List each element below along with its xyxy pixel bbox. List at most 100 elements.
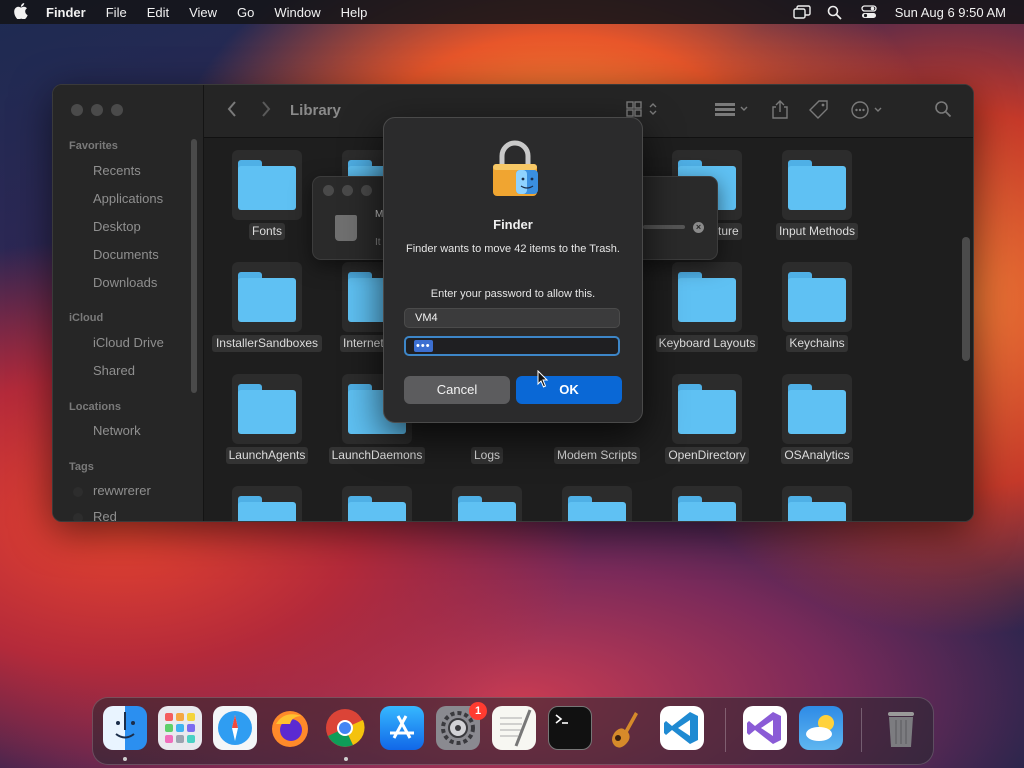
group-by-icon[interactable] [714, 100, 752, 123]
search-icon[interactable] [934, 100, 952, 123]
folder-item[interactable]: Keyboard Layouts [652, 262, 762, 352]
dock-textedit-icon[interactable] [492, 706, 536, 750]
window-title: Library [290, 102, 341, 119]
progress-bar [643, 225, 685, 229]
dock-garageband-icon[interactable] [603, 706, 647, 750]
dock-firefox-icon[interactable] [268, 706, 312, 750]
folder-item[interactable]: OSAnalytics [762, 374, 872, 464]
folder-icon [782, 150, 852, 220]
folder-icon [672, 262, 742, 332]
folder-item[interactable]: InstallerSandboxes [212, 262, 322, 352]
folder-item[interactable]: OpenDirectory [652, 374, 762, 464]
finder-sidebar: Favorites Recents Applications Desktop D… [53, 85, 204, 521]
sidebar-scrollbar[interactable] [191, 139, 197, 393]
folder-item[interactable] [652, 486, 762, 521]
folder-icon [782, 374, 852, 444]
minimize-button[interactable] [91, 104, 103, 116]
back-chevron-icon[interactable] [226, 100, 238, 123]
sidebar-item-tag-red[interactable]: Red [93, 509, 117, 521]
menu-go[interactable]: Go [237, 5, 254, 20]
dock-trash-icon[interactable] [879, 706, 923, 750]
menu-file[interactable]: File [106, 5, 127, 20]
sidebar-item-downloads[interactable]: Downloads [93, 275, 157, 290]
folder-label: OpenDirectory [665, 447, 749, 464]
dock: 1 [92, 697, 934, 765]
dock-chrome-icon[interactable] [323, 706, 367, 750]
sidebar-item-desktop[interactable]: Desktop [93, 219, 141, 234]
screen-mirroring-icon[interactable] [792, 5, 811, 19]
menu-window[interactable]: Window [274, 5, 320, 20]
settings-badge: 1 [469, 702, 487, 720]
sidebar-header-icloud: iCloud [69, 312, 104, 324]
folder-item[interactable]: Keychains [762, 262, 872, 352]
folder-label: Keychains [786, 335, 848, 352]
folder-icon [232, 486, 302, 521]
running-indicator [123, 757, 127, 761]
sidebar-header-favorites: Favorites [69, 140, 118, 152]
folder-label: Modem Scripts [553, 447, 641, 464]
folder-icon [342, 486, 412, 521]
ok-button[interactable]: OK [516, 376, 622, 404]
folder-item[interactable] [542, 486, 652, 521]
lock-finder-icon [490, 140, 540, 198]
folder-item[interactable] [322, 486, 432, 521]
password-field[interactable]: ••• [404, 336, 620, 356]
menu-app-name[interactable]: Finder [46, 5, 86, 20]
dock-launchpad-icon[interactable] [158, 706, 202, 750]
dock-separator [861, 708, 862, 752]
folder-icon [562, 486, 632, 521]
dock-weather-icon[interactable] [799, 706, 843, 750]
mouse-cursor-icon [537, 369, 549, 388]
dock-safari-icon[interactable] [213, 706, 257, 750]
spotlight-search-icon[interactable] [827, 5, 843, 20]
dock-app-store-icon[interactable] [380, 706, 424, 750]
panel-window-controls [323, 185, 372, 196]
panel-zoom-button[interactable] [361, 185, 372, 196]
folder-item[interactable] [432, 486, 542, 521]
menu-clock[interactable]: Sun Aug 6 9:50 AM [895, 5, 1006, 20]
dock-vscode-icon[interactable] [660, 706, 704, 750]
sidebar-item-shared[interactable]: Shared [93, 363, 135, 378]
running-indicator [344, 757, 348, 761]
folder-item[interactable]: Input Methods [762, 150, 872, 240]
sidebar-item-network[interactable]: Network [93, 423, 141, 438]
auth-dialog: Finder Finder wants to move 42 items to … [383, 117, 643, 423]
dock-terminal-icon[interactable] [548, 706, 592, 750]
folder-item[interactable]: Fonts [212, 150, 322, 240]
sidebar-item-recents[interactable]: Recents [93, 163, 141, 178]
folder-label: LaunchDaemons [328, 447, 426, 464]
control-center-icon[interactable] [861, 5, 877, 19]
sidebar-item-tag-rewwrerer[interactable]: rewwrerer [93, 483, 151, 498]
sidebar-item-documents[interactable]: Documents [93, 247, 159, 262]
cancel-button[interactable]: Cancel [404, 376, 510, 404]
folder-item[interactable] [212, 486, 322, 521]
close-button[interactable] [71, 104, 83, 116]
stop-progress-icon[interactable]: × [693, 222, 704, 233]
tag-icon[interactable] [808, 100, 830, 125]
progress-detail: It [375, 237, 381, 248]
content-scrollbar[interactable] [962, 237, 970, 361]
dialog-prompt: Enter your password to allow this. [430, 288, 596, 300]
zoom-button[interactable] [111, 104, 123, 116]
sidebar-header-locations: Locations [69, 401, 121, 413]
menu-help[interactable]: Help [341, 5, 368, 20]
sidebar-item-icloud-drive[interactable]: iCloud Drive [93, 335, 164, 350]
apple-menu-icon[interactable] [14, 2, 30, 22]
menu-view[interactable]: View [189, 5, 217, 20]
more-actions-icon[interactable] [850, 100, 886, 125]
menu-edit[interactable]: Edit [147, 5, 169, 20]
username-value: VM4 [415, 312, 438, 324]
menu-bar: Finder File Edit View Go Window Help Sun… [0, 0, 1024, 24]
folder-item[interactable]: LaunchAgents [212, 374, 322, 464]
folder-icon [672, 486, 742, 521]
share-icon[interactable] [772, 100, 788, 125]
panel-close-button[interactable] [323, 185, 334, 196]
sidebar-item-applications[interactable]: Applications [93, 191, 163, 206]
panel-minimize-button[interactable] [342, 185, 353, 196]
username-field[interactable]: VM4 [404, 308, 620, 328]
dock-finder-icon[interactable] [103, 706, 147, 750]
folder-item[interactable] [762, 486, 872, 521]
folder-icon [782, 262, 852, 332]
forward-chevron-icon[interactable] [260, 100, 272, 123]
dock-visual-studio-icon[interactable] [743, 706, 787, 750]
